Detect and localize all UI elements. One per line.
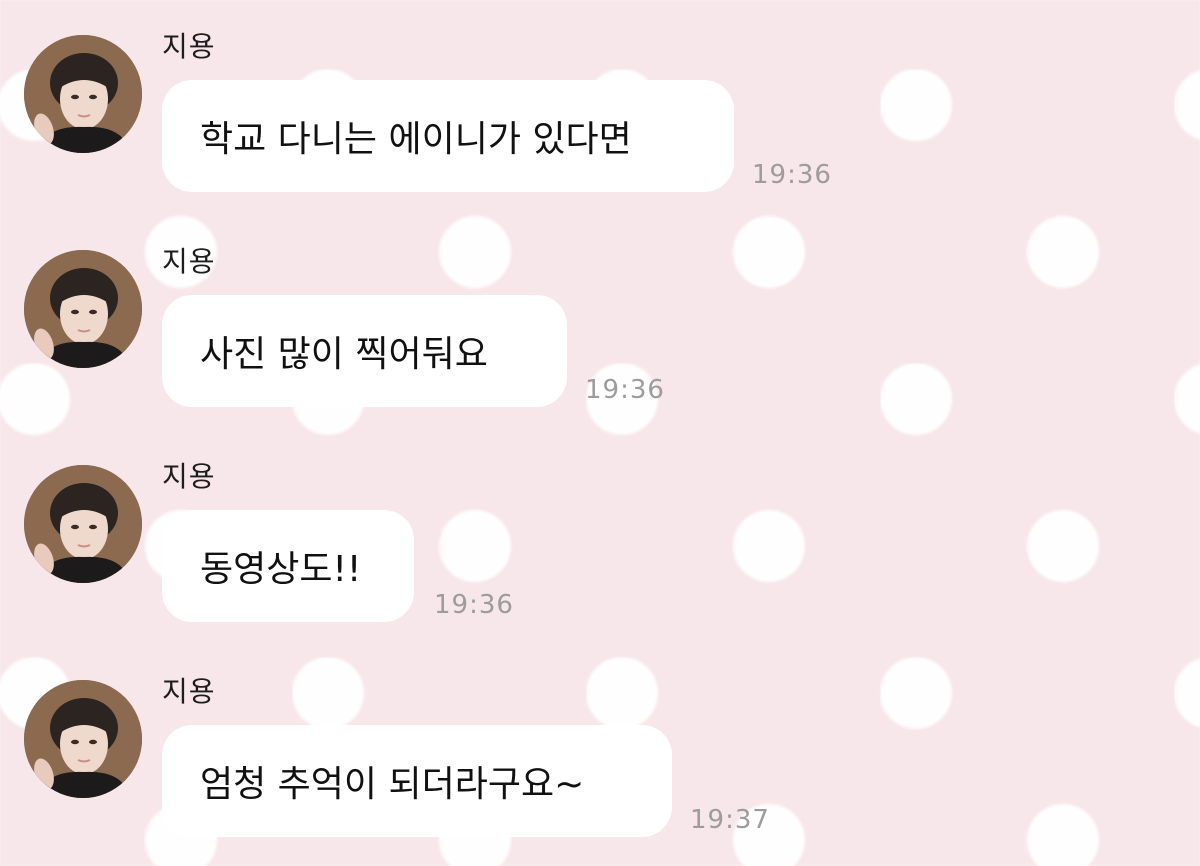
message-timestamp: 19:36 xyxy=(752,160,832,190)
message-bubble[interactable]: 엄청 추억이 되더라구요~ xyxy=(162,725,672,837)
sender-avatar[interactable] xyxy=(24,35,142,153)
chat-message: 지용 사진 많이 찍어둬요 19:36 xyxy=(0,215,1200,415)
message-timestamp: 19:36 xyxy=(585,375,665,405)
message-bubble[interactable]: 동영상도!! xyxy=(162,510,414,622)
message-text: 동영상도!! xyxy=(200,549,362,590)
sender-avatar[interactable] xyxy=(24,465,142,583)
chat-message: 지용 학교 다니는 에이니가 있다면 19:36 xyxy=(0,0,1200,200)
chat-message: 지용 동영상도!! 19:36 xyxy=(0,430,1200,630)
profile-photo-icon xyxy=(24,680,142,798)
message-text: 엄청 추억이 되더라구요~ xyxy=(200,764,585,805)
message-timestamp: 19:36 xyxy=(434,590,514,620)
sender-name: 지용 xyxy=(162,30,216,63)
message-text: 학교 다니는 에이니가 있다면 xyxy=(200,119,632,160)
message-timestamp: 19:37 xyxy=(690,805,770,835)
chat-message: 지용 엄청 추억이 되더라구요~ 19:37 xyxy=(0,645,1200,845)
message-text: 사진 많이 찍어둬요 xyxy=(200,334,488,375)
profile-photo-icon xyxy=(24,250,142,368)
sender-name: 지용 xyxy=(162,460,216,493)
message-bubble[interactable]: 사진 많이 찍어둬요 xyxy=(162,295,567,407)
sender-name: 지용 xyxy=(162,675,216,708)
profile-photo-icon xyxy=(24,35,142,153)
sender-name: 지용 xyxy=(162,245,216,278)
sender-avatar[interactable] xyxy=(24,680,142,798)
sender-avatar[interactable] xyxy=(24,250,142,368)
profile-photo-icon xyxy=(24,465,142,583)
message-bubble[interactable]: 학교 다니는 에이니가 있다면 xyxy=(162,80,734,192)
